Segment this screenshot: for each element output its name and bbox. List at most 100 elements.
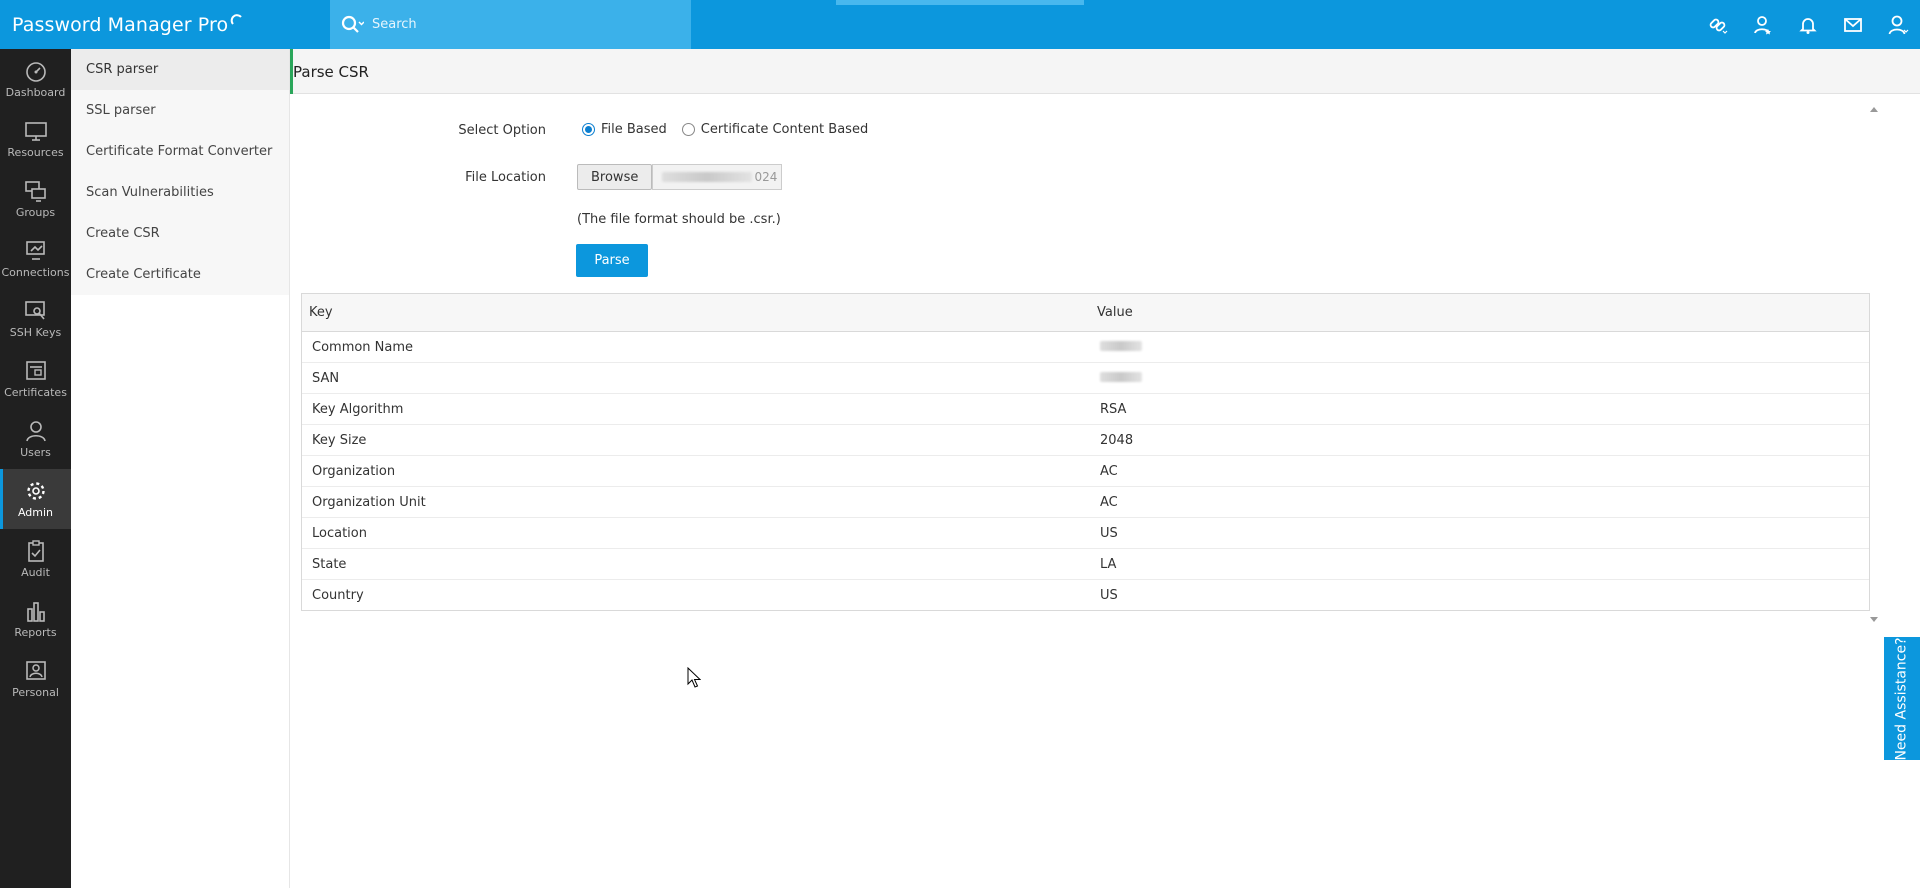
app-logo[interactable]: Password Manager Pro: [12, 0, 244, 49]
table-row: Key Algorithm RSA: [302, 394, 1869, 425]
page-title: Parse CSR: [293, 62, 369, 81]
nav-ssh-keys[interactable]: SSH Keys: [0, 289, 71, 349]
nav-users[interactable]: Users: [0, 409, 71, 469]
brand-name: Password Manager Pro: [12, 13, 229, 36]
radio-file-based[interactable]: [582, 123, 595, 136]
monitor-icon: [24, 121, 47, 141]
row-key: SAN: [312, 370, 340, 386]
nav-label: Certificates: [4, 385, 67, 399]
logo-swirl-icon: [230, 13, 243, 25]
table-row: Common Name: [302, 332, 1869, 363]
submenu-create-certificate[interactable]: Create Certificate: [71, 254, 289, 295]
nav-resources[interactable]: Resources: [0, 109, 71, 169]
submenu-create-csr[interactable]: Create CSR: [71, 213, 289, 254]
file-format-hint: (The file format should be .csr.): [577, 212, 781, 227]
connections-icon: [25, 240, 45, 260]
nav-admin[interactable]: Admin: [0, 469, 71, 529]
table-row: Key Size 2048: [302, 425, 1869, 456]
row-value: [1094, 371, 1142, 386]
row-value: 2048: [1100, 432, 1134, 448]
row-value: LA: [1100, 556, 1117, 572]
content-scrollbar[interactable]: [1867, 102, 1881, 622]
file-path-field[interactable]: 024: [652, 164, 783, 190]
row-key: State: [312, 556, 347, 572]
link-icon[interactable]: [1695, 0, 1740, 49]
ssh-key-icon: [24, 300, 45, 320]
table-row: Organization AC: [302, 456, 1869, 487]
nav-connections[interactable]: Connections: [0, 229, 71, 289]
file-path-value: 024: [754, 170, 778, 184]
top-bar: Password Manager Pro: [0, 0, 1920, 49]
table-row: Country US: [302, 580, 1869, 611]
select-option-label: Select Option: [458, 123, 546, 138]
nav-groups[interactable]: Groups: [0, 169, 71, 229]
nav-audit[interactable]: Audit: [0, 529, 71, 589]
submenu-certificate-format-converter[interactable]: Certificate Format Converter: [71, 131, 289, 172]
user-star-icon[interactable]: [1740, 0, 1785, 49]
table-header: Key Value: [302, 294, 1869, 332]
main-nav-rail: Dashboard Resources Groups Connections S…: [0, 49, 71, 888]
bar-chart-icon: [26, 601, 45, 622]
top-tab-indicator: [836, 0, 1084, 5]
search-input[interactable]: [372, 9, 672, 40]
row-key: Organization Unit: [312, 494, 426, 510]
main-content: Select Option File Based Certificate Con…: [290, 94, 1920, 888]
nav-certificates[interactable]: Certificates: [0, 349, 71, 409]
row-key: Common Name: [312, 339, 414, 355]
parse-button-wrap: Parse: [576, 244, 648, 277]
csr-details-table: Key Value Common Name SAN Key Algorithm …: [301, 293, 1870, 611]
column-header-value[interactable]: Value: [1094, 305, 1133, 320]
nav-label: Users: [20, 445, 51, 459]
row-value: [1094, 340, 1142, 355]
table-row: SAN: [302, 363, 1869, 394]
submenu-csr-parser[interactable]: CSR parser: [71, 49, 289, 90]
row-value: US: [1100, 525, 1118, 541]
nav-label: Reports: [14, 625, 57, 639]
select-option-group: File Based Certificate Content Based: [582, 122, 868, 137]
nav-label: Personal: [12, 685, 59, 699]
parse-button[interactable]: Parse: [576, 244, 648, 277]
need-assistance-label: Need Assistance?: [1894, 636, 1911, 761]
radio-content-based[interactable]: [681, 123, 695, 136]
browse-button[interactable]: Browse: [577, 164, 653, 190]
row-key: Location: [312, 525, 367, 541]
radio-content-based-label[interactable]: Certificate Content Based: [701, 122, 868, 137]
nav-dashboard[interactable]: Dashboard: [0, 49, 71, 109]
personal-icon: [25, 660, 46, 680]
user-icon: [25, 420, 46, 441]
submenu-list: CSR parser SSL parser Certificate Format…: [71, 49, 289, 295]
mail-icon[interactable]: [1830, 0, 1875, 49]
top-icons: [1695, 0, 1920, 49]
bell-icon[interactable]: [1785, 0, 1830, 49]
submenu-ssl-parser[interactable]: SSL parser: [71, 90, 289, 131]
row-key: Country: [312, 588, 364, 603]
submenu-scan-vulnerabilities[interactable]: Scan Vulnerabilities: [71, 172, 289, 213]
row-value: US: [1100, 588, 1118, 603]
clipboard-icon: [27, 539, 44, 562]
file-location-label: File Location: [465, 170, 546, 185]
need-assistance-tab[interactable]: Need Assistance?: [1884, 637, 1920, 760]
radio-file-based-label[interactable]: File Based: [601, 122, 667, 137]
row-value: AC: [1100, 494, 1118, 510]
redacted-value: [1100, 371, 1142, 382]
certificate-icon: [25, 360, 46, 380]
admin-submenu: CSR parser SSL parser Certificate Format…: [71, 49, 290, 888]
nav-label: Resources: [7, 145, 64, 159]
nav-label: SSH Keys: [9, 325, 62, 339]
search-icon[interactable]: [340, 13, 364, 37]
scroll-up-icon[interactable]: [1870, 107, 1878, 112]
table-row: Location US: [302, 518, 1869, 549]
groups-icon: [24, 180, 46, 202]
nav-reports[interactable]: Reports: [0, 589, 71, 649]
profile-icon[interactable]: [1875, 0, 1920, 49]
file-location-group: Browse 024: [577, 164, 783, 190]
nav-personal[interactable]: Personal: [0, 649, 71, 709]
page-header: Parse CSR: [290, 49, 1920, 94]
scroll-down-icon[interactable]: [1870, 617, 1878, 622]
row-key: Key Algorithm: [312, 401, 404, 417]
column-header-key[interactable]: Key: [302, 305, 1094, 320]
nav-label: Groups: [15, 205, 56, 219]
row-key: Key Size: [312, 432, 367, 448]
row-key: Organization: [312, 463, 396, 479]
nav-label: Admin: [17, 505, 54, 519]
